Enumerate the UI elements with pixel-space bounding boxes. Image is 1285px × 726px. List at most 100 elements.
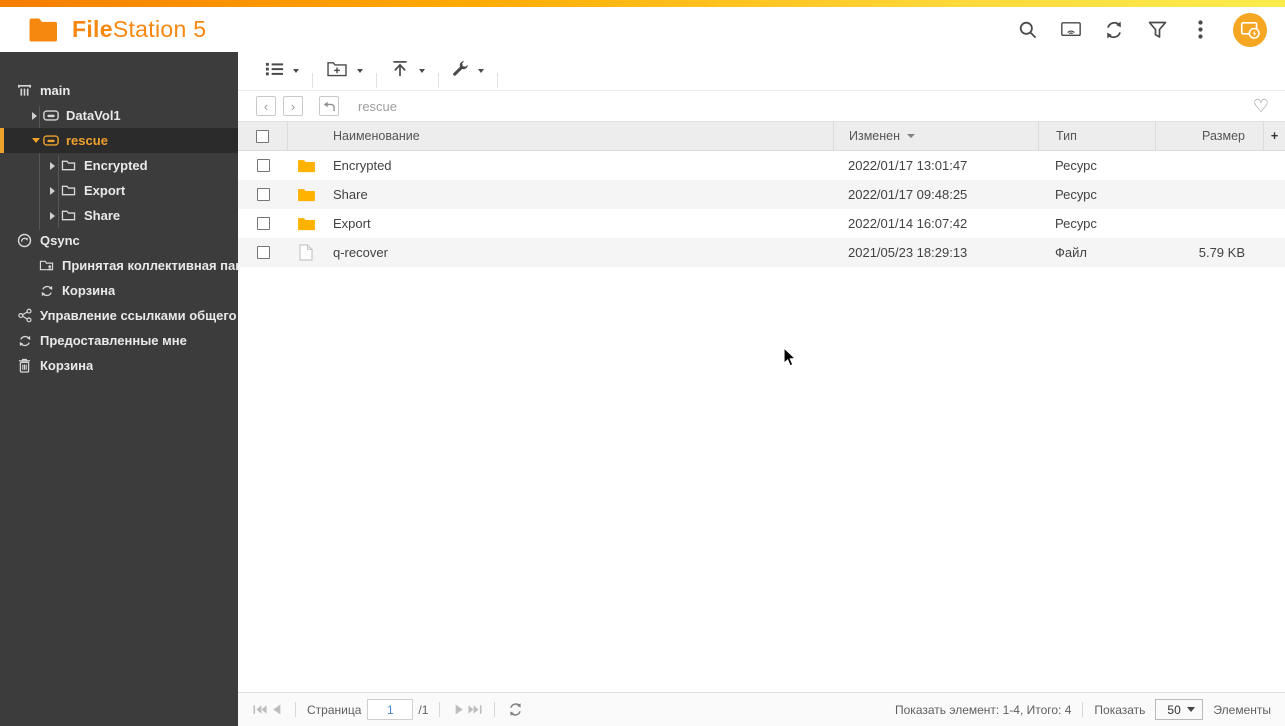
row-checkbox[interactable] — [256, 217, 270, 230]
table-header: Наименование Изменен Тип Размер + — [238, 121, 1285, 151]
toolbar — [238, 52, 1285, 91]
column-header-type[interactable]: Тип — [1038, 122, 1155, 150]
file-name: Encrypted — [333, 158, 392, 173]
next-page-button[interactable] — [451, 702, 467, 718]
sidebar-item-label: Корзина — [40, 358, 94, 373]
table-row[interactable]: q-recover 2021/05/23 18:29:13 Файл 5.79 … — [238, 238, 1285, 267]
row-check-cell — [238, 188, 288, 201]
view-mode-button[interactable] — [252, 52, 312, 90]
sidebar-item-export[interactable]: Export — [0, 178, 238, 203]
row-checkbox[interactable] — [256, 188, 270, 201]
column-header-name[interactable]: Наименование — [324, 122, 833, 150]
forward-button[interactable]: › — [283, 96, 303, 116]
sidebar-item-label: Encrypted — [84, 158, 148, 173]
sidebar-item-shared-with-me[interactable]: Предоставленные мне — [0, 328, 238, 353]
sidebar-item-label: DataVol1 — [66, 108, 121, 123]
column-header-size[interactable]: Размер — [1155, 122, 1263, 150]
sidebar-item-accepted-shared-folder[interactable]: Принятая коллективная папка — [0, 253, 238, 278]
create-folder-button[interactable] — [313, 52, 376, 90]
sidebar-item-qsync-recycle-bin[interactable]: Корзина — [0, 278, 238, 303]
chevron-down-icon — [293, 69, 299, 73]
recycle-icon — [38, 284, 55, 298]
expand-arrow-icon[interactable] — [50, 183, 60, 198]
row-checkbox[interactable] — [256, 159, 270, 172]
page-size-select[interactable]: 50 — [1155, 699, 1204, 720]
share-link-icon — [16, 308, 33, 323]
upload-button[interactable] — [377, 52, 438, 90]
sidebar-item-datavol1[interactable]: DataVol1 — [0, 103, 238, 128]
user-avatar[interactable] — [1233, 12, 1267, 47]
row-check-cell — [238, 159, 288, 172]
page-number-input[interactable] — [367, 699, 414, 720]
items-label: Элементы — [1213, 702, 1271, 717]
table-row[interactable]: Encrypted 2022/01/17 13:01:47 Ресурс — [238, 151, 1285, 180]
sidebar-item-qsync[interactable]: Qsync — [0, 228, 238, 253]
select-all-checkbox[interactable] — [256, 129, 269, 143]
sidebar-item-share-link-management[interactable]: Управление ссылками общего доступа — [0, 303, 238, 328]
column-label: Наименование — [333, 129, 420, 143]
sidebar-item-label: Export — [84, 183, 126, 198]
table-row[interactable]: Export 2022/01/14 16:07:42 Ресурс — [238, 209, 1285, 238]
file-list: Encrypted 2022/01/17 13:01:47 Ресурс Sha… — [238, 151, 1285, 267]
sidebar-item-share[interactable]: Share — [0, 203, 238, 228]
status-bar: Страница /1 Показать элемент: 1-4, Итого… — [238, 692, 1285, 726]
prev-page-button[interactable] — [268, 702, 284, 718]
top-gradient-bar — [0, 0, 1285, 7]
app-title-rest: Station 5 — [112, 16, 207, 42]
collapse-arrow-icon[interactable] — [32, 133, 42, 148]
file-modified: 2022/01/17 09:48:25 — [848, 187, 968, 202]
footer-separator — [295, 702, 296, 717]
file-browser-panel: ‹ › rescue ♡ Наименование Изменен Тип Ра… — [238, 52, 1285, 726]
favorite-heart-icon[interactable]: ♡ — [1253, 97, 1269, 115]
folder-plus-icon — [326, 60, 348, 82]
file-modified: 2021/05/23 18:29:13 — [848, 245, 968, 260]
shared-folder-icon — [38, 259, 55, 272]
file-modified: 2022/01/14 16:07:42 — [848, 216, 968, 231]
go-up-button[interactable] — [319, 96, 339, 116]
search-icon[interactable] — [1018, 20, 1038, 40]
refresh-icon[interactable] — [1104, 20, 1124, 40]
sidebar-item-encrypted[interactable]: Encrypted — [0, 153, 238, 178]
footer-separator — [439, 702, 441, 717]
column-label: Тип — [1056, 129, 1077, 143]
refresh-list-icon[interactable] — [508, 702, 523, 717]
remote-mount-icon — [1240, 21, 1260, 39]
toolbar-separator — [497, 73, 498, 88]
more-menu-icon[interactable] — [1190, 20, 1210, 40]
sidebar-item-main[interactable]: main — [0, 78, 238, 103]
expand-arrow-icon[interactable] — [50, 158, 60, 173]
folder-icon — [60, 159, 77, 172]
column-header-modified[interactable]: Изменен — [833, 122, 1038, 150]
chevron-down-icon — [1187, 707, 1196, 712]
sidebar-item-label: rescue — [66, 133, 108, 148]
expand-arrow-icon[interactable] — [50, 208, 60, 223]
back-button[interactable]: ‹ — [256, 96, 276, 116]
footer-right: Показать элемент: 1-4, Итого: 4 Показать… — [895, 699, 1271, 720]
file-name: Share — [333, 187, 368, 202]
sidebar-item-label: main — [40, 83, 71, 98]
list-view-icon — [265, 61, 284, 82]
row-checkbox[interactable] — [256, 246, 270, 259]
show-label: Показать — [1094, 702, 1146, 717]
add-column-button[interactable]: + — [1263, 122, 1285, 150]
table-row[interactable]: Share 2022/01/17 09:48:25 Ресурс — [238, 180, 1285, 209]
nas-icon — [16, 83, 33, 98]
filter-icon[interactable] — [1147, 20, 1167, 40]
sidebar-item-label: Qsync — [40, 233, 80, 248]
location-bar: ‹ › rescue ♡ — [238, 91, 1285, 121]
first-page-button[interactable] — [252, 702, 268, 718]
sidebar-item-rescue[interactable]: rescue — [0, 128, 238, 153]
page-total: /1 — [418, 702, 429, 717]
sidebar-item-recycle-bin[interactable]: Корзина — [0, 353, 238, 378]
sidebar-item-label: Корзина — [62, 283, 116, 298]
breadcrumb: rescue — [358, 98, 398, 114]
last-page-button[interactable] — [467, 702, 483, 718]
remote-display-icon[interactable] — [1061, 20, 1081, 40]
chevron-down-icon — [478, 69, 484, 73]
file-type: Ресурс — [1055, 187, 1097, 202]
expand-arrow-icon[interactable] — [32, 108, 42, 123]
app-title-bold: File — [72, 16, 113, 42]
upload-icon — [390, 60, 410, 82]
qsync-icon — [16, 233, 33, 248]
tools-button[interactable] — [439, 52, 497, 90]
